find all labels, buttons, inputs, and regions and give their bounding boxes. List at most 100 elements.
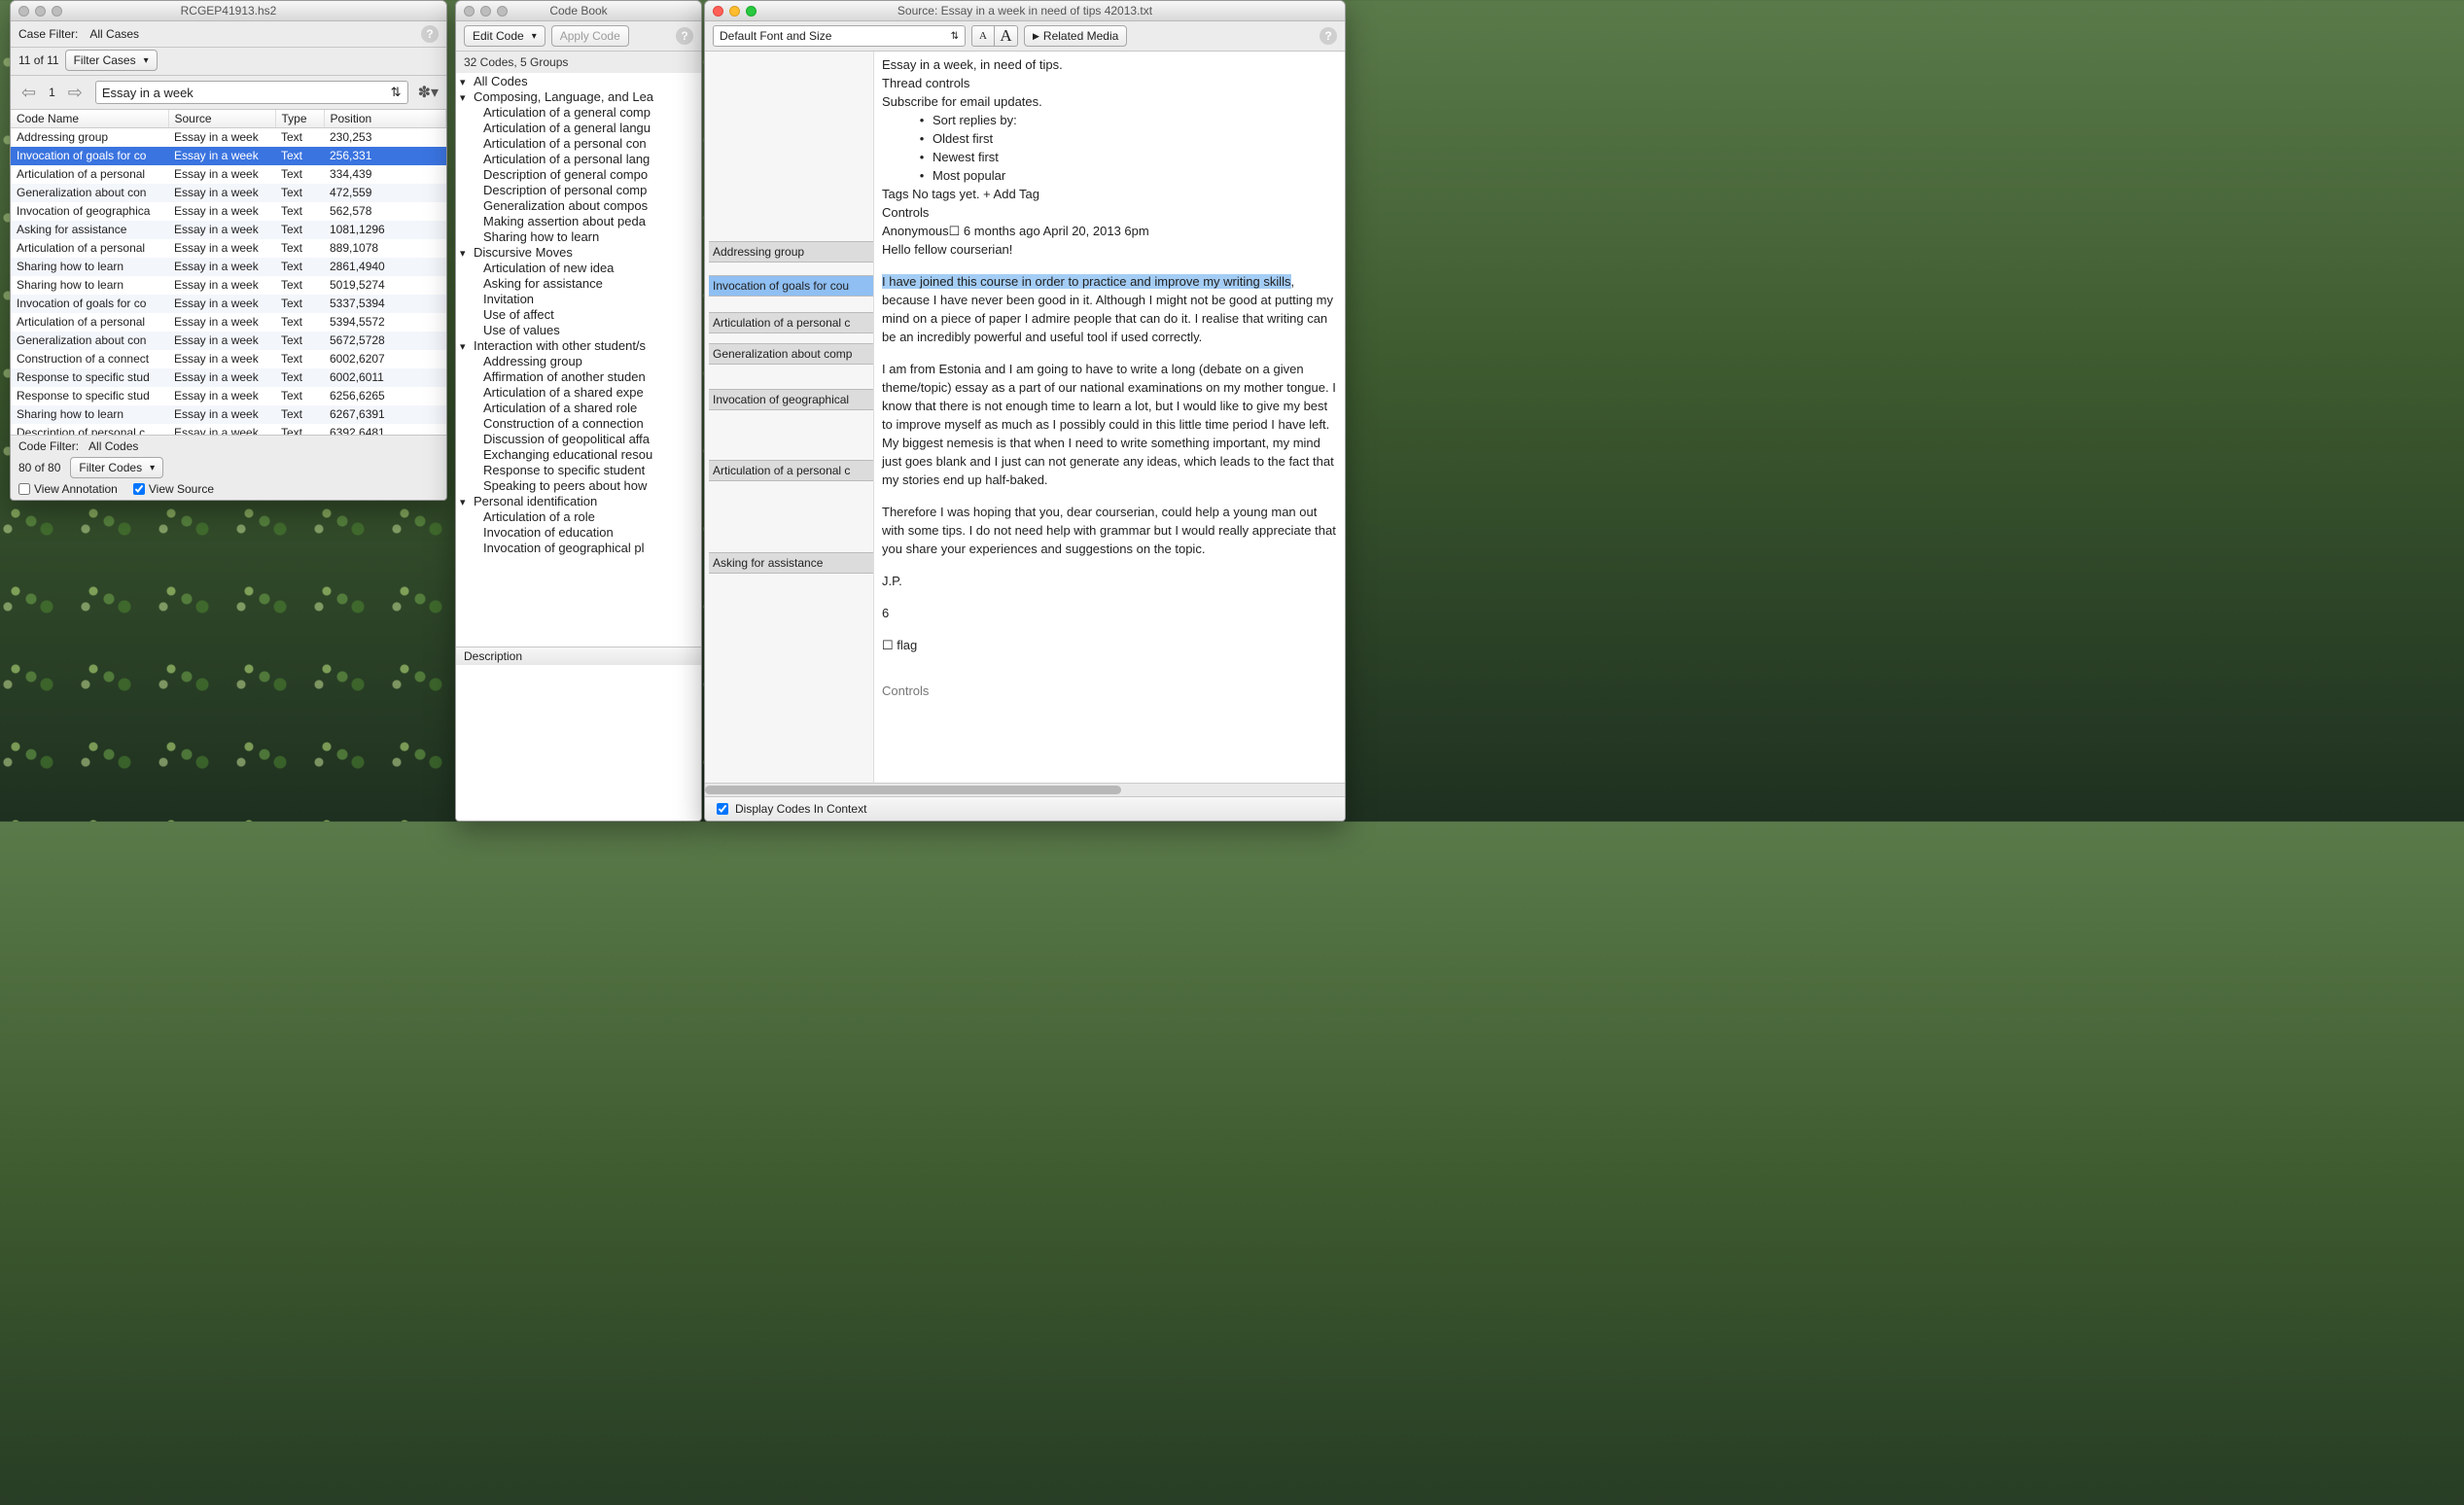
related-media-button[interactable]: Related Media xyxy=(1024,25,1127,47)
code-table[interactable]: Code Name Source Type Position Addressin… xyxy=(11,110,446,435)
filter-codes-button[interactable]: Filter Codes xyxy=(70,457,163,478)
table-row[interactable]: Sharing how to learnEssay in a weekText5… xyxy=(11,276,446,295)
table-row[interactable]: Articulation of a personalEssay in a wee… xyxy=(11,239,446,258)
tree-item[interactable]: Articulation of a general comp xyxy=(456,104,701,120)
font-larger-button[interactable]: A xyxy=(995,25,1018,47)
tree-group[interactable]: All Codes xyxy=(456,73,701,88)
tree-group[interactable]: Discursive Moves xyxy=(456,244,701,260)
next-icon[interactable]: ⇨ xyxy=(65,83,86,103)
essay-text[interactable]: Essay in a week, in need of tips. Thread… xyxy=(874,52,1345,783)
tree-item[interactable]: Speaking to peers about how xyxy=(456,477,701,493)
tree-group[interactable]: Personal identification xyxy=(456,493,701,508)
minimize-icon[interactable] xyxy=(729,6,740,17)
table-row[interactable]: Sharing how to learnEssay in a weekText2… xyxy=(11,258,446,276)
tree-item[interactable]: Description of personal comp xyxy=(456,182,701,197)
table-row[interactable]: Articulation of a personalEssay in a wee… xyxy=(11,313,446,332)
view-source-checkbox[interactable] xyxy=(133,483,145,495)
close-icon[interactable] xyxy=(464,6,475,17)
titlebar[interactable]: Source: Essay in a week in need of tips … xyxy=(705,1,1345,21)
tree-item[interactable]: Articulation of a general langu xyxy=(456,120,701,135)
tree-item[interactable]: Articulation of a shared expe xyxy=(456,384,701,400)
view-annotation-checkbox[interactable] xyxy=(18,483,30,495)
minimize-icon[interactable] xyxy=(35,6,46,17)
margin-code-tag[interactable]: Addressing group xyxy=(709,241,873,262)
description-area[interactable] xyxy=(456,665,701,821)
tree-item[interactable]: Sharing how to learn xyxy=(456,228,701,244)
margin-code-tag[interactable]: Generalization about comp xyxy=(709,343,873,365)
col-position[interactable]: Position xyxy=(324,110,446,128)
table-row[interactable]: Sharing how to learnEssay in a weekText6… xyxy=(11,405,446,424)
tree-item[interactable]: Construction of a connection xyxy=(456,415,701,431)
maximize-icon[interactable] xyxy=(52,6,62,17)
col-code-name[interactable]: Code Name xyxy=(11,110,168,128)
table-row[interactable]: Invocation of goals for coEssay in a wee… xyxy=(11,147,446,165)
table-row[interactable]: Construction of a connectEssay in a week… xyxy=(11,350,446,368)
maximize-icon[interactable] xyxy=(497,6,508,17)
tree-item[interactable]: Articulation of a shared role xyxy=(456,400,701,415)
tree-group[interactable]: Interaction with other student/s xyxy=(456,337,701,353)
tree-item[interactable]: Generalization about compos xyxy=(456,197,701,213)
tree-item[interactable]: Invitation xyxy=(456,291,701,306)
source-select[interactable]: Essay in a week⇅ xyxy=(95,81,408,104)
font-select[interactable]: Default Font and Size xyxy=(713,25,966,47)
margin-code-tag[interactable]: Invocation of goals for cou xyxy=(709,275,873,297)
code-tree[interactable]: All CodesComposing, Language, and LeaArt… xyxy=(456,73,701,647)
tree-item[interactable]: Discussion of geopolitical affa xyxy=(456,431,701,446)
help-icon[interactable]: ? xyxy=(676,27,693,45)
help-icon[interactable]: ? xyxy=(1320,27,1337,45)
prev-icon[interactable]: ⇦ xyxy=(18,83,39,103)
font-smaller-button[interactable]: A xyxy=(971,25,995,47)
tree-item[interactable]: Use of affect xyxy=(456,306,701,322)
tree-item[interactable]: Invocation of geographical pl xyxy=(456,540,701,555)
horizontal-scrollbar[interactable] xyxy=(705,783,1345,796)
tree-item[interactable]: Exchanging educational resou xyxy=(456,446,701,462)
case-filter-value[interactable]: All Cases xyxy=(89,27,139,41)
apply-code-button[interactable]: Apply Code xyxy=(551,25,629,47)
tree-item[interactable]: Articulation of a role xyxy=(456,508,701,524)
table-row[interactable]: Generalization about conEssay in a weekT… xyxy=(11,332,446,350)
tree-item[interactable]: Response to specific student xyxy=(456,462,701,477)
table-row[interactable]: Generalization about conEssay in a weekT… xyxy=(11,184,446,202)
margin-code-tag[interactable]: Articulation of a personal c xyxy=(709,312,873,333)
tree-item[interactable]: Affirmation of another studen xyxy=(456,368,701,384)
table-row[interactable]: Asking for assistanceEssay in a weekText… xyxy=(11,221,446,239)
margin-code-tag[interactable]: Invocation of geographical xyxy=(709,389,873,410)
help-icon[interactable]: ? xyxy=(421,25,439,43)
filter-cases-button[interactable]: Filter Cases xyxy=(65,50,158,71)
col-source[interactable]: Source xyxy=(168,110,275,128)
edit-code-button[interactable]: Edit Code xyxy=(464,25,546,47)
titlebar[interactable]: RCGEP41913.hs2 xyxy=(11,1,446,21)
tree-item[interactable]: Asking for assistance xyxy=(456,275,701,291)
tree-item[interactable]: Use of values xyxy=(456,322,701,337)
table-row[interactable]: Response to specific studEssay in a week… xyxy=(11,368,446,387)
table-row[interactable]: Description of personal cEssay in a week… xyxy=(11,424,446,436)
display-codes-checkbox[interactable] xyxy=(717,803,728,815)
tree-item[interactable]: Description of general compo xyxy=(456,166,701,182)
table-row[interactable]: Response to specific studEssay in a week… xyxy=(11,387,446,405)
titlebar[interactable]: Code Book xyxy=(456,1,701,21)
col-type[interactable]: Type xyxy=(275,110,324,128)
close-icon[interactable] xyxy=(18,6,29,17)
view-annotation-check[interactable]: View Annotation xyxy=(18,482,118,496)
tree-item[interactable]: Addressing group xyxy=(456,353,701,368)
tree-item[interactable]: Articulation of a personal con xyxy=(456,135,701,151)
tree-item[interactable]: Articulation of new idea xyxy=(456,260,701,275)
table-row[interactable]: Articulation of a personalEssay in a wee… xyxy=(11,165,446,184)
tree-item[interactable]: Making assertion about peda xyxy=(456,213,701,228)
view-source-check[interactable]: View Source xyxy=(133,482,214,496)
code-filter-label: Code Filter: xyxy=(18,439,79,453)
tree-item[interactable]: Articulation of a personal lang xyxy=(456,151,701,166)
table-row[interactable]: Invocation of goals for coEssay in a wee… xyxy=(11,295,446,313)
minimize-icon[interactable] xyxy=(480,6,491,17)
code-filter-value[interactable]: All Codes xyxy=(88,439,138,453)
gear-icon[interactable]: ✽▾ xyxy=(418,83,439,102)
table-row[interactable]: Addressing groupEssay in a weekText230,2… xyxy=(11,128,446,147)
code-margin[interactable]: Addressing group Invocation of goals for … xyxy=(705,52,874,783)
margin-code-tag[interactable]: Articulation of a personal c xyxy=(709,460,873,481)
tree-group[interactable]: Composing, Language, and Lea xyxy=(456,88,701,104)
table-row[interactable]: Invocation of geographicaEssay in a week… xyxy=(11,202,446,221)
tree-item[interactable]: Invocation of education xyxy=(456,524,701,540)
maximize-icon[interactable] xyxy=(746,6,757,17)
close-icon[interactable] xyxy=(713,6,723,17)
margin-code-tag[interactable]: Asking for assistance xyxy=(709,552,873,574)
